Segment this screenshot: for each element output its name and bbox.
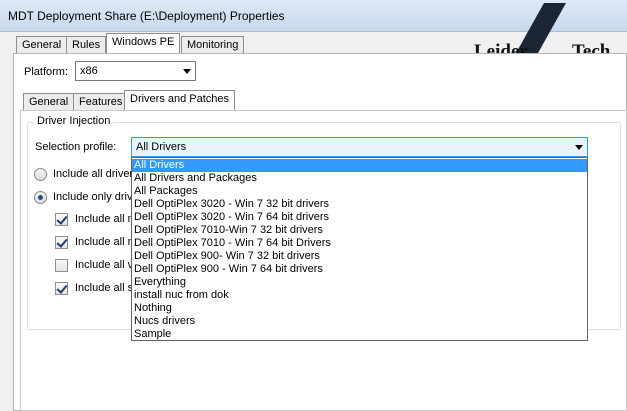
include-check-1[interactable] xyxy=(55,213,68,226)
dropdown-option[interactable]: Dell OptiPlex 3020 - Win 7 32 bit driver… xyxy=(132,198,587,211)
dropdown-option[interactable]: All Drivers xyxy=(132,159,587,172)
include-check-4-label: Include all s xyxy=(75,282,134,294)
chevron-down-icon xyxy=(183,69,191,74)
include-check-2[interactable] xyxy=(55,236,68,249)
dropdown-option[interactable]: Dell OptiPlex 900 - Win 7 64 bit drivers xyxy=(132,263,587,276)
include-only-drivers-radio[interactable] xyxy=(34,191,47,204)
dropdown-option[interactable]: Sample xyxy=(132,328,587,341)
include-all-drivers-label: Include all driver xyxy=(53,168,134,180)
chevron-down-icon xyxy=(575,145,583,150)
subtab-general-label: General xyxy=(29,96,69,108)
selection-profile-select[interactable]: All Drivers xyxy=(131,137,588,157)
include-check-2-label: Include all m xyxy=(75,236,137,248)
tab-windows-pe-label: Windows PE xyxy=(112,36,175,48)
subtab-features[interactable]: Features xyxy=(73,93,129,110)
dropdown-option[interactable]: Dell OptiPlex 900- Win 7 32 bit drivers xyxy=(132,250,587,263)
include-check-4[interactable] xyxy=(55,282,68,295)
include-all-drivers-radio[interactable] xyxy=(34,168,47,181)
platform-select[interactable]: x86 xyxy=(75,61,196,81)
dropdown-option[interactable]: All Drivers and Packages xyxy=(132,172,587,185)
subtab-drivers-and-patches[interactable]: Drivers and Patches xyxy=(124,90,236,110)
dropdown-option[interactable]: Nothing xyxy=(132,302,587,315)
dropdown-option[interactable]: Everything xyxy=(132,276,587,289)
include-only-drivers-label: Include only driv xyxy=(53,191,133,203)
dropdown-option[interactable]: All Packages xyxy=(132,185,587,198)
tab-windows-pe[interactable]: Windows PE xyxy=(106,33,181,53)
driver-injection-title: Driver Injection xyxy=(34,115,114,127)
platform-value: x86 xyxy=(80,65,98,77)
tab-general-label: General xyxy=(22,39,62,51)
platform-label: Platform: xyxy=(24,66,69,78)
subtab-general[interactable]: General xyxy=(23,93,75,110)
selection-profile-label: Selection profile: xyxy=(35,141,117,153)
dropdown-option[interactable]: install nuc from dok xyxy=(132,289,587,302)
tab-monitoring[interactable]: Monitoring xyxy=(181,36,245,53)
tab-rules-label: Rules xyxy=(72,39,101,51)
include-check-3[interactable] xyxy=(55,259,68,272)
window-title: MDT Deployment Share (E:\Deployment) Pro… xyxy=(8,9,285,23)
tab-monitoring-label: Monitoring xyxy=(187,39,239,51)
selection-profile-dropdown: All Drivers All Drivers and Packages All… xyxy=(131,157,588,341)
tab-general[interactable]: General xyxy=(16,36,68,53)
include-check-3-label: Include all v xyxy=(75,259,134,271)
include-check-1-label: Include all n xyxy=(75,213,134,225)
subtab-features-label: Features xyxy=(79,96,123,108)
subtab-drivers-label: Drivers and Patches xyxy=(130,93,230,105)
dropdown-option[interactable]: Dell OptiPlex 3020 - Win 7 64 bit driver… xyxy=(132,211,587,224)
dropdown-option[interactable]: Dell OptiPlex 7010 - Win 7 64 bit Driver… xyxy=(132,237,587,250)
dropdown-option[interactable]: Dell OptiPlex 7010-Win 7 32 bit drivers xyxy=(132,224,587,237)
tab-rules[interactable]: Rules xyxy=(66,36,107,53)
selection-profile-value: All Drivers xyxy=(136,141,187,153)
dropdown-option[interactable]: Nucs drivers xyxy=(132,315,587,328)
